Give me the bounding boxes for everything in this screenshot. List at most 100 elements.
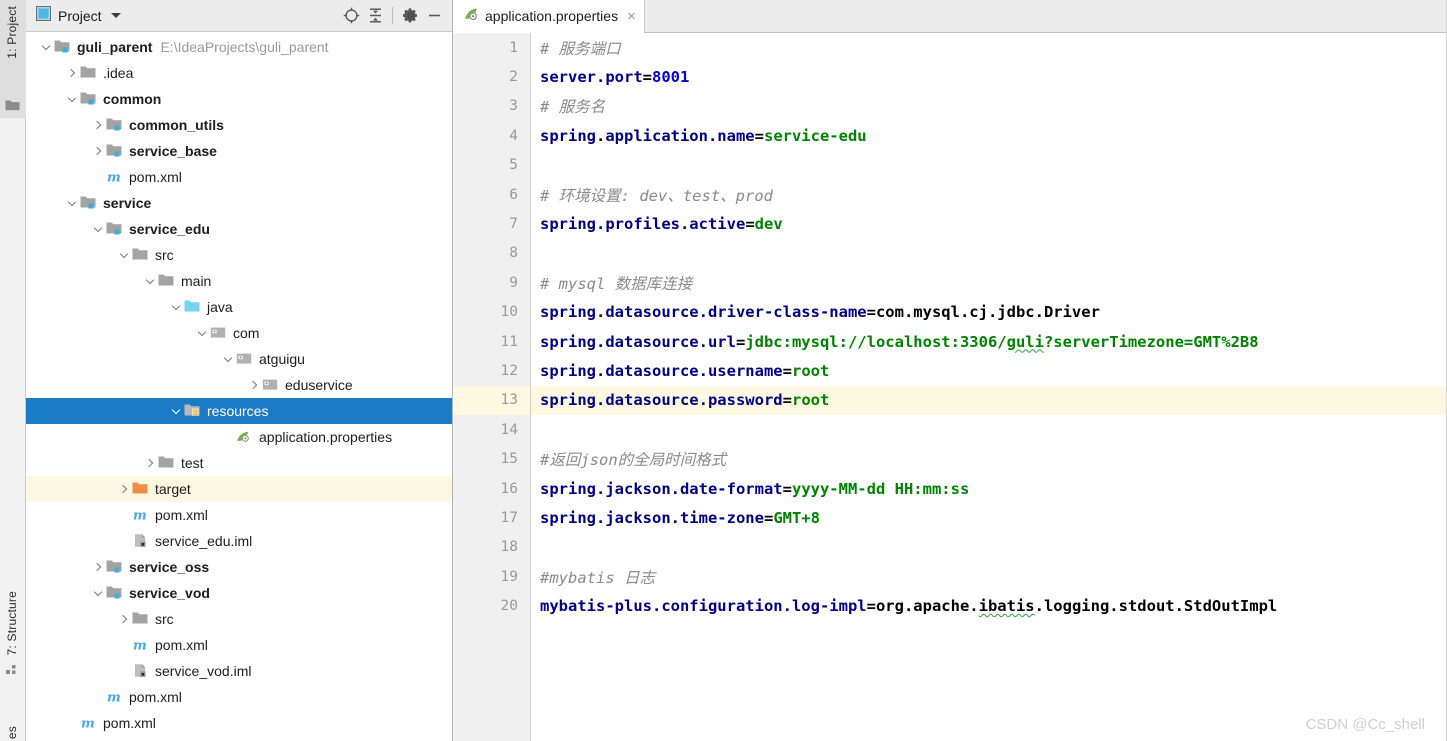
tree-node-service-edu[interactable]: service_edu <box>26 216 452 242</box>
line-number[interactable]: 14 <box>453 415 530 444</box>
project-view-selector[interactable]: Project <box>36 5 121 26</box>
locate-file-button[interactable] <box>339 4 363 28</box>
tree-node-application-properties[interactable]: application.properties <box>26 424 452 450</box>
tree-node-pom-xml[interactable]: m pom.xml <box>26 502 452 528</box>
tree-node-com[interactable]: com <box>26 320 452 346</box>
chevron-right-icon[interactable] <box>116 611 132 627</box>
line-number[interactable]: 18 <box>453 533 530 562</box>
close-icon[interactable]: × <box>627 9 636 24</box>
hide-panel-button[interactable] <box>422 4 446 28</box>
code-line[interactable]: spring.application.name = service-edu <box>540 121 1447 150</box>
chevron-down-icon[interactable] <box>168 403 184 419</box>
line-number[interactable]: 1 <box>453 33 530 62</box>
tree-node-common-utils[interactable]: common_utils <box>26 112 452 138</box>
chevron-right-icon[interactable] <box>90 143 106 159</box>
line-number[interactable]: 13 <box>453 385 530 416</box>
line-number[interactable]: 19 <box>453 562 530 591</box>
code-line[interactable]: spring.datasource.password = root <box>531 385 1447 416</box>
tree-node-pom-xml[interactable]: m pom.xml <box>26 684 452 710</box>
code-line[interactable]: #mybatis 日志 <box>540 562 1447 591</box>
tree-node-service-oss[interactable]: service_oss <box>26 554 452 580</box>
code-line[interactable] <box>540 533 1447 562</box>
line-number[interactable]: 12 <box>453 356 530 385</box>
tree-node-target[interactable]: target <box>26 476 452 502</box>
code-line[interactable]: # 服务端口 <box>540 33 1447 62</box>
tree-node-eduservice[interactable]: eduservice <box>26 372 452 398</box>
code-line[interactable]: server.port = 8001 <box>540 62 1447 91</box>
chevron-right-icon[interactable] <box>246 377 262 393</box>
chevron-down-icon[interactable] <box>38 39 54 55</box>
tree-node-service-base[interactable]: service_base <box>26 138 452 164</box>
chevron-down-icon[interactable] <box>142 273 158 289</box>
code-line[interactable]: spring.datasource.username = root <box>540 356 1447 385</box>
strip-button-favorites[interactable]: es <box>5 726 19 739</box>
chevron-down-icon[interactable] <box>64 195 80 211</box>
line-number[interactable]: 11 <box>453 327 530 356</box>
tree-node-service-vod-iml[interactable]: service_vod.iml <box>26 658 452 684</box>
tree-node-java[interactable]: java <box>26 294 452 320</box>
chevron-down-icon[interactable] <box>220 351 236 367</box>
code-editor[interactable]: 1 2 3 4 5 6 7 8 9 10 11 12 13 14 15 16 17 18 19 20 # 服务端口 se… <box>453 33 1447 741</box>
code-line[interactable] <box>540 239 1447 268</box>
tree-node-common[interactable]: common <box>26 86 452 112</box>
line-number[interactable]: 10 <box>453 298 530 327</box>
tree-node-pom-xml[interactable]: m pom.xml <box>26 632 452 658</box>
chevron-right-icon[interactable] <box>90 559 106 575</box>
code-line[interactable]: spring.jackson.date-format = yyyy-MM-dd HH… <box>540 474 1447 503</box>
line-number[interactable]: 7 <box>453 209 530 238</box>
strip-button-structure[interactable]: 7: Structure <box>5 591 19 655</box>
line-number[interactable]: 4 <box>453 121 530 150</box>
tree-node-pom-xml[interactable]: m pom.xml <box>26 710 452 736</box>
tree-node-src[interactable]: src <box>26 606 452 632</box>
tree-node-pom-xml[interactable]: m pom.xml <box>26 164 452 190</box>
collapse-all-button[interactable] <box>363 4 387 28</box>
code-line[interactable]: # 服务名 <box>540 92 1447 121</box>
chevron-down-icon[interactable] <box>168 299 184 315</box>
tree-node-src[interactable]: src <box>26 242 452 268</box>
code-line[interactable]: spring.profiles.active = dev <box>540 209 1447 238</box>
line-number[interactable]: 20 <box>453 591 530 620</box>
line-number[interactable]: 17 <box>453 503 530 532</box>
chevron-right-icon[interactable] <box>142 455 158 471</box>
tree-node-atguigu[interactable]: atguigu <box>26 346 452 372</box>
code-line[interactable]: # 环境设置: dev、test、prod <box>540 180 1447 209</box>
line-number[interactable]: 16 <box>453 474 530 503</box>
tree-node-service[interactable]: service <box>26 190 452 216</box>
tab-application-properties[interactable]: application.properties × <box>453 0 645 33</box>
chevron-down-icon[interactable] <box>90 585 106 601</box>
code-line[interactable]: spring.jackson.time-zone = GMT+8 <box>540 503 1447 532</box>
tree-node-test[interactable]: test <box>26 450 452 476</box>
code-line[interactable] <box>540 415 1447 444</box>
line-number[interactable]: 8 <box>453 239 530 268</box>
line-number[interactable]: 2 <box>453 62 530 91</box>
line-number[interactable]: 9 <box>453 268 530 297</box>
code-line[interactable] <box>540 151 1447 180</box>
chevron-down-icon[interactable] <box>90 221 106 237</box>
tree-node-service-edu-iml[interactable]: service_edu.iml <box>26 528 452 554</box>
chevron-right-icon[interactable] <box>116 481 132 497</box>
code-line[interactable]: mybatis-plus.configuration.log-impl = org.… <box>540 591 1447 620</box>
chevron-down-icon[interactable] <box>64 91 80 107</box>
line-number[interactable]: 15 <box>453 444 530 473</box>
chevron-down-icon[interactable] <box>116 247 132 263</box>
line-number-gutter[interactable]: 1 2 3 4 5 6 7 8 9 10 11 12 13 14 15 16 17 18 19 20 <box>453 33 531 741</box>
code-line[interactable]: # mysql 数据库连接 <box>540 268 1447 297</box>
project-tree[interactable]: guli_parent E:\IdeaProjects\guli_parent .i… <box>26 32 452 741</box>
code-line[interactable]: #返回json的全局时间格式 <box>540 444 1447 473</box>
tree-node-resources[interactable]: resources <box>26 398 452 424</box>
line-number[interactable]: 3 <box>453 92 530 121</box>
code-line[interactable]: spring.datasource.url = jdbc:mysql://local… <box>540 327 1447 356</box>
chevron-right-icon[interactable] <box>90 117 106 133</box>
tree-node-main[interactable]: main <box>26 268 452 294</box>
tree-node-idea[interactable]: .idea <box>26 60 452 86</box>
line-number[interactable]: 6 <box>453 180 530 209</box>
strip-button-project[interactable]: 1: Project <box>5 6 19 59</box>
tree-node-service-vod[interactable]: service_vod <box>26 580 452 606</box>
line-number[interactable]: 5 <box>453 151 530 180</box>
tree-node-guli-parent[interactable]: guli_parent E:\IdeaProjects\guli_parent <box>26 34 452 60</box>
chevron-down-icon[interactable] <box>110 13 121 18</box>
code-content[interactable]: # 服务端口 server.port = 8001 # 服务名 spring.applic… <box>531 33 1447 741</box>
chevron-right-icon[interactable] <box>64 65 80 81</box>
code-line[interactable]: spring.datasource.driver-class-name = com.… <box>540 298 1447 327</box>
chevron-down-icon[interactable] <box>194 325 210 341</box>
